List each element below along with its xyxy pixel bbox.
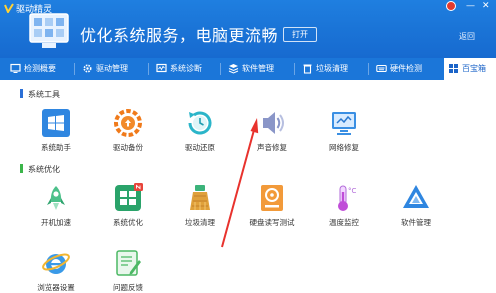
broom-icon (190, 185, 210, 210)
restore-clock-icon (188, 111, 212, 135)
ie-browser-icon (42, 253, 70, 274)
tool-boot-acceleration[interactable]: 开机加速 (26, 183, 86, 228)
toolbox-icon (449, 64, 458, 73)
keyboard-icon (376, 64, 387, 73)
apps-icon (228, 64, 239, 74)
optimize-grid-icon (115, 183, 143, 211)
title-bar: 驱动精灵 优化系统服务，电脑更流畅 打开 — ✕ 返回 (0, 0, 496, 58)
tool-label: 温度监控 (329, 218, 359, 227)
tab-hardware-detection[interactable]: 硬件检测 (372, 58, 442, 80)
minimize-button[interactable]: — (466, 1, 475, 11)
feedback-icon (116, 250, 141, 276)
app-logo-icon (4, 3, 14, 13)
rocket-icon (47, 186, 65, 210)
tool-label: 软件管理 (401, 218, 431, 227)
tab-toolbox[interactable]: 百宝箱 (444, 58, 496, 80)
monitor-icon (10, 63, 21, 73)
thermometer-icon: °C (338, 185, 357, 211)
close-button[interactable]: ✕ (482, 1, 490, 11)
tab-label: 硬件检测 (390, 64, 422, 73)
tool-label: 硬盘读写测试 (249, 218, 295, 227)
tool-driver-backup[interactable]: 驱动备份 (98, 108, 158, 153)
open-button[interactable]: 打开 (283, 27, 317, 42)
tool-label: 声音修复 (257, 143, 287, 152)
backup-gear-icon (114, 109, 142, 137)
tool-driver-restore[interactable]: 驱动还原 (170, 108, 230, 153)
tool-software-management[interactable]: 软件管理 (386, 183, 446, 228)
tool-sound-repair[interactable]: 声音修复 (242, 108, 302, 153)
toolbox-banner-icon (29, 13, 69, 48)
tab-driver-management[interactable]: 驱动管理 (78, 58, 146, 80)
tool-label: 问题反馈 (113, 283, 143, 292)
tool-label: 系统优化 (113, 218, 143, 227)
harddisk-icon (261, 185, 283, 211)
section-marker (20, 164, 23, 173)
tool-label: 系统助手 (41, 143, 71, 152)
tool-browser-settings[interactable]: 浏览器设置 (26, 248, 86, 293)
page-slogan: 优化系统服务，电脑更流畅 (80, 26, 279, 45)
gear-icon (83, 64, 92, 73)
svg-text:°C: °C (348, 187, 357, 195)
tool-temperature-monitor[interactable]: °C 温度监控 (314, 183, 374, 228)
software-icon (403, 185, 429, 208)
trash-icon (303, 64, 312, 74)
tool-label: 垃圾清理 (185, 218, 215, 227)
tab-overview[interactable]: 检测概要 (6, 58, 72, 80)
tool-system-optimization[interactable]: 系统优化 (98, 183, 158, 228)
tab-label: 驱动管理 (96, 64, 128, 73)
section-title-system-tools: 系统工具 (28, 90, 60, 99)
network-monitor-icon (332, 112, 356, 135)
tool-system-assistant[interactable]: 系统助手 (26, 108, 86, 153)
tab-system-diagnosis[interactable]: 系统诊断 (152, 58, 218, 80)
notification-badge[interactable] (446, 1, 456, 11)
section-marker (20, 89, 23, 98)
tab-label: 系统诊断 (170, 64, 202, 73)
tab-label: 垃圾清理 (316, 64, 348, 73)
windows-icon (42, 109, 70, 137)
tool-label: 浏览器设置 (37, 283, 75, 292)
tab-software-management[interactable]: 软件管理 (224, 58, 292, 80)
tab-label: 检测概要 (24, 64, 56, 73)
tool-label: 驱动还原 (185, 143, 215, 152)
tab-junk-cleanup[interactable]: 垃圾清理 (298, 58, 366, 80)
tool-network-repair[interactable]: 网络修复 (314, 108, 374, 153)
tool-disk-rw-test[interactable]: 硬盘读写测试 (242, 183, 302, 228)
speaker-icon (263, 112, 284, 134)
section-title-system-optimization: 系统优化 (28, 165, 60, 174)
tab-label: 百宝箱 (462, 64, 486, 73)
tool-label: 开机加速 (41, 218, 71, 227)
diagnosis-icon (156, 63, 167, 73)
tool-label: 驱动备份 (113, 143, 143, 152)
tool-junk-cleanup[interactable]: 垃圾清理 (170, 183, 230, 228)
tool-label: 网络修复 (329, 143, 359, 152)
tab-bar: 检测概要 驱动管理 系统诊断 软件管理 垃圾清理 硬件检测 百宝箱 (0, 58, 496, 80)
back-link[interactable]: 返回 (459, 31, 475, 42)
tool-feedback[interactable]: 问题反馈 (98, 248, 158, 293)
tab-label: 软件管理 (242, 64, 274, 73)
